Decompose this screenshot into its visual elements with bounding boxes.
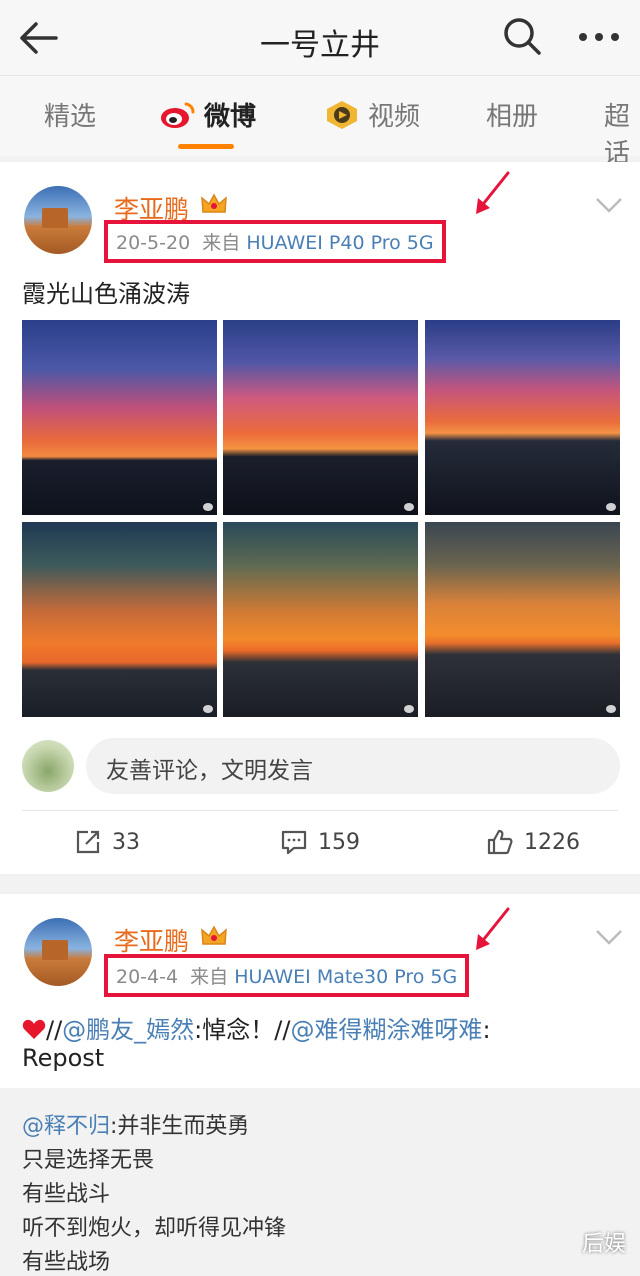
my-avatar <box>22 740 74 792</box>
quote-line: @释不归:并非生而英勇 <box>22 1108 249 1140</box>
quoted-post[interactable]: @释不归:并非生而英勇 只是选择无畏 有些战斗 听不到炮火，却听得见冲锋 有些战… <box>0 1088 640 1276</box>
username[interactable]: 李亚鹏 <box>114 922 189 958</box>
avatar[interactable] <box>24 918 92 986</box>
quote-line: 听不到炮火，却听得见冲锋 <box>22 1216 287 1241</box>
quote-line: 有些战场 <box>22 1250 111 1275</box>
repost-icon <box>76 830 100 854</box>
crown-icon <box>201 193 227 213</box>
post-text-repost: Repost <box>22 1044 105 1072</box>
profile-tabs: 精选 微博 视频 相册 超话 <box>0 76 640 169</box>
red-arrow-icon <box>476 907 510 950</box>
post-source-prefix: 来自 <box>190 966 229 988</box>
mention-link[interactable]: @难得糊涂难呀难 <box>290 1016 482 1044</box>
photo-thumbnail[interactable] <box>425 522 620 717</box>
post-device[interactable]: HUAWEI Mate30 Pro 5G <box>234 966 457 988</box>
post-date: 20-5-20 <box>116 232 191 254</box>
heart-icon <box>22 1019 46 1039</box>
tab-album[interactable]: 相册 <box>486 96 538 133</box>
tab-supertopic[interactable]: 超话 <box>604 96 640 170</box>
mention-link[interactable]: @释不归 <box>22 1114 110 1139</box>
post-text: 霞光山色涌波涛 <box>22 280 190 308</box>
comment-input[interactable]: 友善评论，文明发言 <box>86 738 620 794</box>
avatar[interactable] <box>24 186 92 254</box>
divider <box>22 810 618 811</box>
photo-thumbnail[interactable] <box>425 320 620 515</box>
active-tab-indicator <box>178 144 235 149</box>
thumbs-up-icon <box>487 829 513 855</box>
video-badge-icon <box>327 100 357 129</box>
mention-link[interactable]: @鹏友_嫣然 <box>62 1016 194 1044</box>
like-button[interactable]: 1226 <box>486 828 580 856</box>
tab-label: 微博 <box>204 102 257 132</box>
top-bar: 一号立井 <box>0 0 640 76</box>
post-device[interactable]: HUAWEI P40 Pro 5G <box>246 232 433 254</box>
tab-video[interactable]: 视频 <box>324 96 420 133</box>
comment-button[interactable]: 159 <box>280 828 360 856</box>
repost-count: 33 <box>112 829 140 855</box>
photo-thumbnail[interactable] <box>223 522 418 717</box>
quote-text: :并非生而英勇 <box>110 1114 250 1139</box>
crown-icon <box>201 925 227 945</box>
quote-line: 有些战斗 <box>22 1182 111 1207</box>
photo-thumbnail[interactable] <box>22 320 217 515</box>
post-date: 20-4-4 <box>116 966 179 988</box>
post-meta: 20-5-20 来自 HUAWEI P40 Pro 5G <box>104 220 446 263</box>
more-icon[interactable] <box>574 20 624 54</box>
post-source-prefix: 来自 <box>202 232 241 254</box>
post-meta: 20-4-4 来自 HUAWEI Mate30 Pro 5G <box>104 954 470 997</box>
tab-featured[interactable]: 精选 <box>44 96 96 133</box>
page-title: 一号立井 <box>260 28 380 63</box>
post-text-segment: : <box>482 1016 491 1044</box>
tab-weibo[interactable]: 微博 <box>160 96 257 149</box>
photo-thumbnail[interactable] <box>223 320 418 515</box>
tab-label: 相册 <box>486 102 539 132</box>
like-count: 1226 <box>524 829 580 855</box>
tab-label: 视频 <box>368 102 421 132</box>
red-arrow-icon <box>476 171 510 214</box>
tab-label: 精选 <box>44 102 97 132</box>
post-text: //@鹏友_嫣然:悼念！//@难得糊涂难呀难: <box>22 1010 491 1045</box>
watermark: 后娱 <box>581 1232 626 1257</box>
photo-thumbnail[interactable] <box>22 522 217 717</box>
comment-icon <box>281 830 307 855</box>
post-text-segment: :悼念！ <box>194 1016 275 1044</box>
search-icon[interactable] <box>500 14 544 58</box>
chevron-down-icon[interactable] <box>594 928 624 946</box>
repost-button[interactable]: 33 <box>74 828 140 856</box>
post-card: 李亚鹏 20-5-20 来自 HUAWEI P40 Pro 5G 霞光山色涌波涛… <box>0 162 640 874</box>
comment-count: 159 <box>318 829 360 855</box>
tab-label: 超话 <box>604 102 631 169</box>
weibo-logo-icon <box>161 102 195 128</box>
chevron-down-icon[interactable] <box>594 196 624 214</box>
quote-line: 只是选择无畏 <box>22 1148 155 1173</box>
